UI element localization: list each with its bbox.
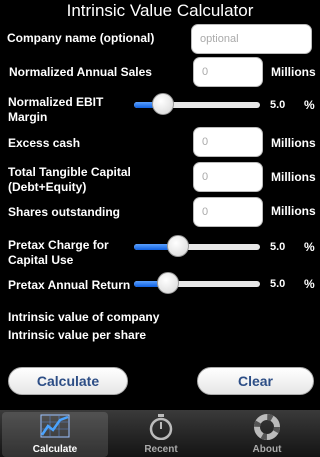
ebit-margin-label-line1: Normalized EBIT bbox=[8, 95, 104, 109]
clear-button[interactable]: Clear bbox=[197, 367, 314, 395]
company-name-input[interactable]: optional bbox=[191, 24, 312, 54]
tangible-capital-label-line1: Total Tangible Capital bbox=[8, 165, 131, 179]
tab-recent[interactable]: Recent bbox=[108, 412, 214, 457]
pretax-return-unit: % bbox=[304, 277, 315, 291]
chart-icon bbox=[40, 414, 70, 438]
tab-recent-label: Recent bbox=[144, 444, 178, 455]
pretax-return-slider[interactable] bbox=[134, 272, 260, 296]
intrinsic-company-label: Intrinsic value of company bbox=[8, 310, 160, 324]
shares-input[interactable]: 0 bbox=[193, 197, 263, 227]
sales-unit: Millions bbox=[271, 65, 316, 79]
lifebuoy-icon bbox=[254, 414, 280, 440]
shares-unit: Millions bbox=[271, 204, 316, 218]
excess-cash-label: Excess cash bbox=[8, 136, 81, 150]
pretax-return-value: 5.0 bbox=[270, 278, 286, 290]
pretax-return-label: Pretax Annual Return bbox=[8, 278, 131, 292]
ebit-margin-label: Normalized EBIT Margin bbox=[8, 95, 103, 125]
stopwatch-icon bbox=[149, 414, 173, 440]
ebit-margin-value: 5.0 bbox=[270, 99, 286, 111]
ebit-margin-slider[interactable] bbox=[134, 93, 260, 117]
excess-cash-unit: Millions bbox=[271, 136, 316, 150]
pretax-charge-value: 5.0 bbox=[270, 241, 286, 253]
tangible-capital-unit: Millions bbox=[271, 170, 316, 184]
ebit-margin-unit: % bbox=[304, 98, 315, 112]
pretax-charge-unit: % bbox=[304, 240, 315, 254]
excess-cash-input[interactable]: 0 bbox=[193, 127, 263, 157]
tangible-capital-input[interactable]: 0 bbox=[193, 162, 263, 192]
page-title: Intrinsic Value Calculator bbox=[66, 1, 254, 20]
slider-knob[interactable] bbox=[151, 93, 174, 115]
pretax-charge-label-line2: Capital Use bbox=[8, 253, 74, 267]
tangible-capital-label-line2: (Debt+Equity) bbox=[8, 180, 87, 194]
pretax-charge-label: Pretax Charge for Capital Use bbox=[8, 238, 109, 268]
tangible-capital-label: Total Tangible Capital (Debt+Equity) bbox=[8, 165, 131, 195]
slider-knob[interactable] bbox=[167, 235, 190, 257]
pretax-charge-label-line1: Pretax Charge for bbox=[8, 238, 109, 252]
ebit-margin-label-line2: Margin bbox=[8, 110, 48, 124]
tab-about-label: About bbox=[252, 444, 282, 455]
calculate-button[interactable]: Calculate bbox=[8, 367, 128, 395]
intrinsic-share-label: Intrinsic value per share bbox=[8, 328, 147, 342]
company-name-label: Company name (optional) bbox=[7, 31, 155, 45]
sales-label: Normalized Annual Sales bbox=[9, 65, 152, 79]
sales-input[interactable]: 0 bbox=[193, 57, 263, 87]
shares-label: Shares outstanding bbox=[8, 205, 121, 219]
slider-knob[interactable] bbox=[156, 272, 179, 294]
pretax-charge-slider[interactable] bbox=[134, 235, 260, 259]
tab-calculate-label: Calculate bbox=[32, 444, 78, 455]
tab-calculate[interactable]: Calculate bbox=[2, 412, 108, 457]
tab-bar: Calculate Recent About bbox=[0, 410, 320, 457]
tab-about[interactable]: About bbox=[214, 412, 320, 457]
